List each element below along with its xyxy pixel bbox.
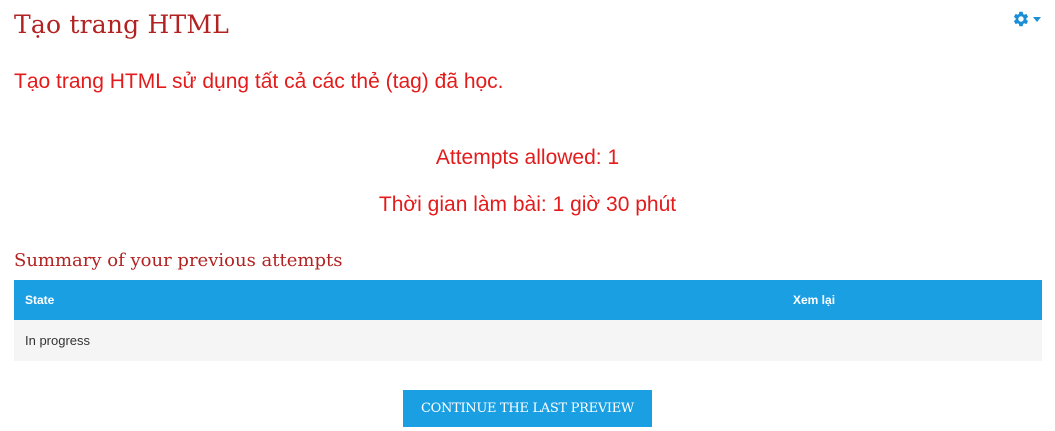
- quiz-intro: Tạo trang HTML sử dụng tất cả các thẻ (t…: [14, 70, 504, 93]
- attempts-allowed: Attempts allowed: 1: [435, 146, 620, 169]
- table-header: State Xem lại: [14, 280, 1042, 320]
- time-limit: Thời gian làm bài: 1 giờ 30 phút: [378, 193, 677, 216]
- column-header-review: Xem lại: [793, 293, 836, 307]
- settings-menu-button[interactable]: [1012, 8, 1046, 30]
- summary-heading: Summary of your previous attempts: [14, 250, 343, 271]
- table-row: In progress: [14, 320, 1042, 361]
- page-title: Tạo trang HTML: [14, 10, 230, 39]
- attempts-summary-table: State Xem lại In progress: [14, 280, 1042, 361]
- continue-last-preview-button[interactable]: CONTINUE THE LAST PREVIEW: [403, 390, 652, 427]
- gear-icon: [1012, 10, 1030, 28]
- attempt-state-cell: In progress: [25, 333, 91, 348]
- caret-down-icon: [1033, 16, 1041, 22]
- column-header-state: State: [25, 293, 55, 307]
